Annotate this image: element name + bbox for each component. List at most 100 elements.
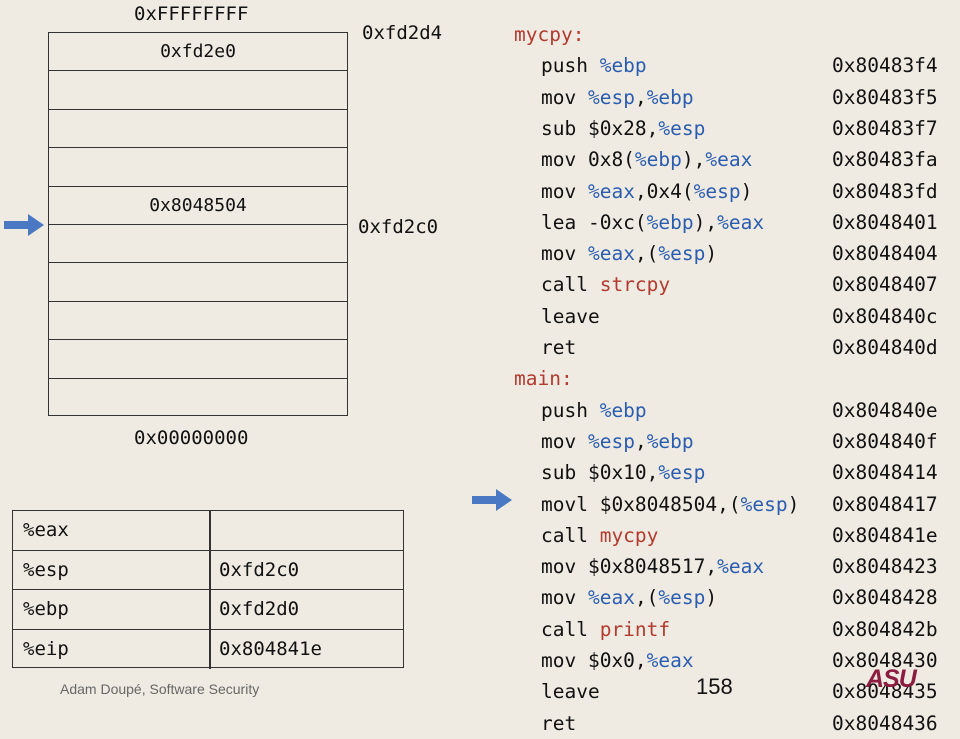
asm-register: %esp xyxy=(587,85,635,109)
stack-diagram: 0xfd2e0 0x8048504 xyxy=(48,32,348,416)
asm-text: mov $0x8048517, xyxy=(541,555,718,579)
stack-side-label-ebp: 0xfd2d4 xyxy=(362,22,443,44)
asm-text: ), xyxy=(681,148,706,172)
stack-cell xyxy=(49,110,347,149)
asm-instruction: mov $0x8048517,%eax xyxy=(541,552,764,582)
registers-table: %eax %esp 0xfd2c0 %ebp 0xfd2d0 %eip 0x80… xyxy=(12,510,404,669)
asm-text: sub $0x10, xyxy=(541,461,659,485)
asm-text: lea -0xc( xyxy=(541,210,647,234)
asm-address: 0x8048417 xyxy=(832,492,938,516)
stack-top-address: 0xFFFFFFFF xyxy=(134,3,249,25)
asm-address: 0x80483fd xyxy=(832,179,938,203)
asm-text: leave xyxy=(541,304,600,328)
asm-instruction: mov $0x0,%eax xyxy=(541,646,694,676)
asm-address: 0x8048436 xyxy=(832,711,938,735)
asm-text: ) xyxy=(705,242,718,266)
asm-text: mov $0x0, xyxy=(541,649,647,672)
asm-text: , xyxy=(634,429,647,453)
asm-text: movl $0x8048504,( xyxy=(541,492,741,516)
asm-address: 0x804842b xyxy=(832,617,938,641)
asm-text: leave xyxy=(541,680,600,704)
asm-instruction: ret xyxy=(541,333,576,363)
asm-instruction: call strcpy xyxy=(541,270,670,300)
asm-instruction: ret xyxy=(541,709,576,739)
asm-instruction: push %ebp xyxy=(541,51,647,81)
asm-text: ), xyxy=(693,210,718,234)
asm-register: %eax xyxy=(587,179,635,203)
asm-text: ret xyxy=(541,336,577,359)
register-row: %eip 0x804841e xyxy=(13,629,403,669)
asm-text: ,( xyxy=(634,586,659,610)
asm-function-label: mycpy: xyxy=(514,23,585,46)
stack-cell xyxy=(49,379,347,417)
asm-register: %ebp xyxy=(599,398,647,422)
asm-function-name: strcpy xyxy=(599,273,671,297)
stack-cell xyxy=(49,71,347,110)
stack-cell xyxy=(49,302,347,341)
asm-text: ret xyxy=(541,711,577,735)
asm-register: %esp xyxy=(658,461,706,485)
register-value: 0x804841e xyxy=(219,637,322,660)
asm-register: %eax xyxy=(587,586,635,610)
arrow-right-icon xyxy=(472,489,512,511)
asm-instruction: push %ebp xyxy=(541,396,647,426)
register-row: %esp 0xfd2c0 xyxy=(13,550,403,590)
asm-instruction: mov %eax,(%esp) xyxy=(541,239,717,269)
asm-address: 0x8048423 xyxy=(832,555,938,579)
asm-address: 0x804840c xyxy=(832,304,938,328)
asm-instruction: movl $0x8048504,(%esp) xyxy=(541,490,799,520)
asm-register: %esp xyxy=(658,116,706,140)
asm-text: call xyxy=(541,523,600,547)
asm-address: 0x804841e xyxy=(832,523,938,547)
asm-address: 0x804840d xyxy=(832,336,938,359)
asm-text: mov xyxy=(541,586,588,610)
asm-register: %esp xyxy=(658,586,706,610)
stack-side-label-esp: 0xfd2c0 xyxy=(358,216,439,238)
register-value: 0xfd2c0 xyxy=(219,558,300,581)
asm-address: 0x8048404 xyxy=(832,242,938,266)
asm-function-name: printf xyxy=(599,617,671,641)
asm-register: %ebp xyxy=(646,85,694,109)
asm-function-name: mycpy xyxy=(599,523,659,547)
asm-text: mov xyxy=(541,429,588,453)
page-number: 158 xyxy=(696,674,733,699)
asm-text: ) xyxy=(787,492,800,516)
asm-address: 0x804840f xyxy=(832,429,938,453)
asm-address: 0x80483f4 xyxy=(832,54,938,78)
asm-text: ,( xyxy=(634,242,659,266)
asm-text: push xyxy=(541,54,600,78)
register-name: %eip xyxy=(23,637,69,660)
asm-register: %esp xyxy=(658,242,706,266)
register-name: %ebp xyxy=(23,598,69,620)
register-row: %ebp 0xfd2d0 xyxy=(13,590,403,630)
stack-cell xyxy=(49,225,347,264)
asm-register: %ebp xyxy=(599,54,647,78)
asm-register: %esp xyxy=(740,492,788,516)
asm-register: %eax xyxy=(705,148,753,172)
asm-register: %esp xyxy=(693,179,741,203)
asm-register: %ebp xyxy=(646,429,694,453)
asm-register: %esp xyxy=(587,429,635,453)
asm-instruction: lea -0xc(%ebp),%eax xyxy=(541,208,764,238)
asm-text: sub $0x28, xyxy=(541,116,659,140)
asm-address: 0x804840e xyxy=(832,398,938,422)
asm-instruction: mov %esp,%ebp xyxy=(541,83,694,113)
arrow-right-icon xyxy=(4,214,44,236)
asm-text: ) xyxy=(705,586,718,610)
stack-bottom-address: 0x00000000 xyxy=(134,427,249,449)
asm-instruction: leave xyxy=(541,302,600,332)
asm-address: 0x8048414 xyxy=(832,461,938,485)
asm-text: call xyxy=(541,273,600,297)
asm-register: %eax xyxy=(646,649,694,672)
asm-instruction: mov 0x8(%ebp),%eax xyxy=(541,145,752,175)
register-name: %esp xyxy=(23,558,69,581)
asm-instruction: leave xyxy=(541,677,600,707)
asm-register: %eax xyxy=(717,555,765,579)
register-value: 0xfd2d0 xyxy=(219,598,300,620)
asm-text: ,0x4( xyxy=(634,179,694,203)
asm-address: 0x8048428 xyxy=(832,586,938,610)
asm-address: 0x8048401 xyxy=(832,210,938,234)
asm-instruction: sub $0x28,%esp xyxy=(541,114,705,144)
asm-address: 0x8048407 xyxy=(832,273,938,297)
stack-cell: 0xfd2e0 xyxy=(49,33,347,72)
